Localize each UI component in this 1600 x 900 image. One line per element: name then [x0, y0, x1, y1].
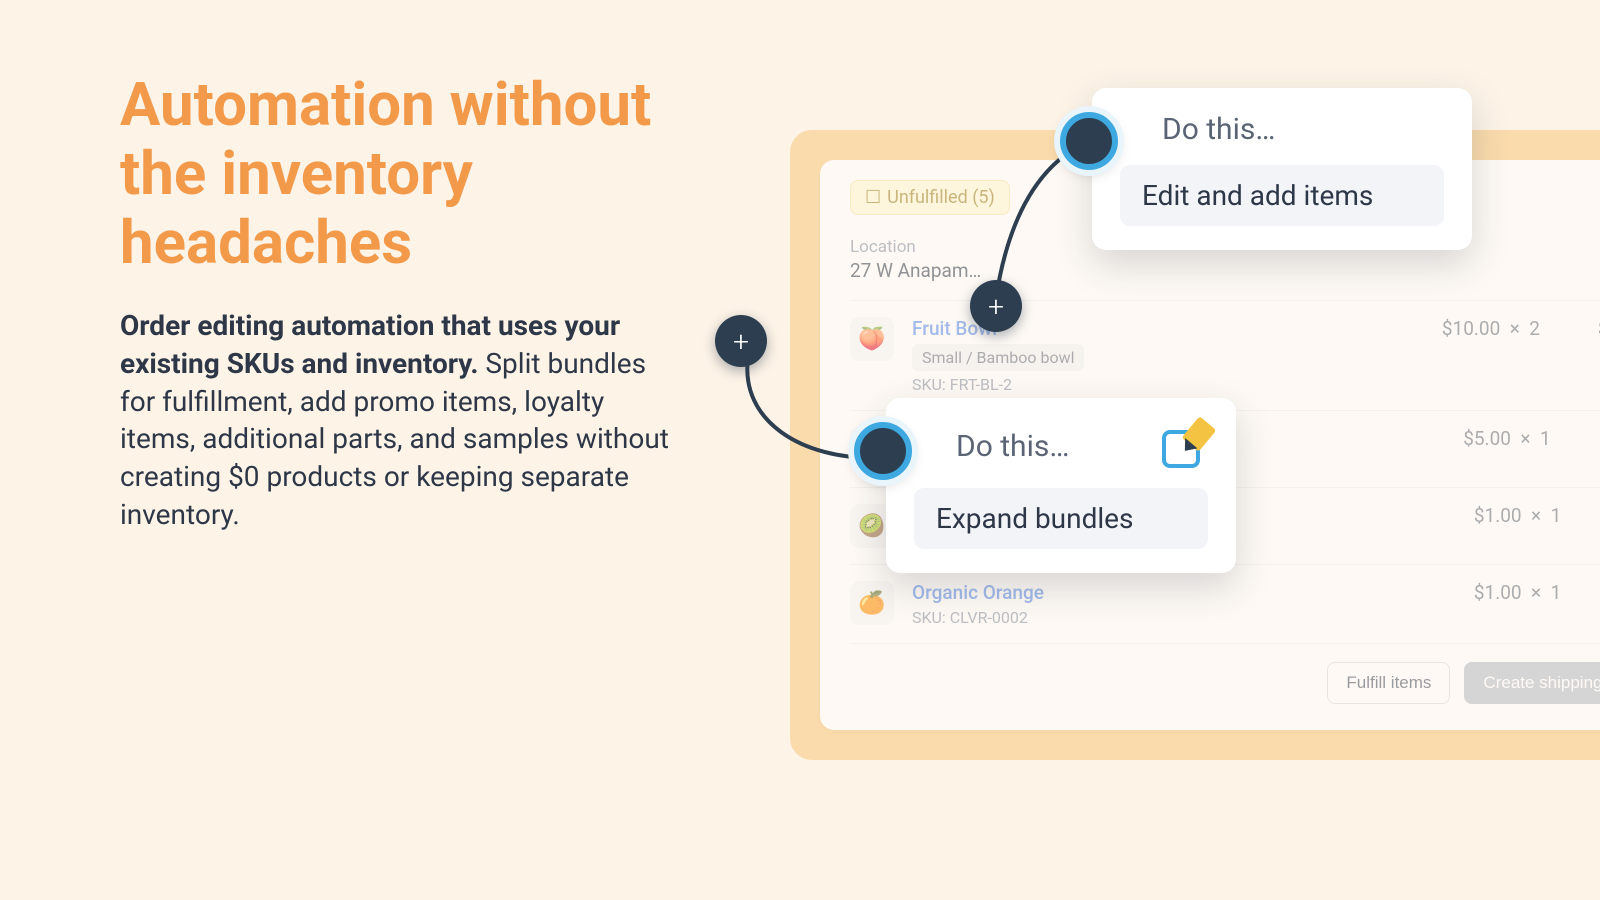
product-thumb-icon: 🥝	[850, 504, 894, 548]
line-item: 🍊 Organic Orange SKU: CLVR-0002 $1.00 × …	[850, 564, 1600, 643]
location-label: Location	[850, 237, 1600, 257]
unfulfilled-badge: ☐ Unfulfilled (5)	[850, 180, 1010, 215]
product-thumb-icon	[850, 427, 894, 471]
line-item: $5.00 × 1 $5	[850, 410, 1600, 487]
order-card: ☐ Unfulfilled (5) Location 27 W Anapam… …	[820, 160, 1600, 730]
product-name[interactable]: Fruit Bowl	[912, 317, 1424, 340]
product-name[interactable]: Organic Orange	[912, 581, 1456, 604]
product-sku: SKU: CLVR-0002	[912, 608, 1456, 627]
product-sku: SKU: FRT-BL-2	[912, 375, 1424, 394]
line-price: $10.00 × 2	[1442, 317, 1540, 340]
inbox-icon: ☐	[865, 187, 881, 208]
hero-subhead: Order editing automation that uses your …	[120, 307, 680, 534]
plus-icon: +	[733, 325, 749, 358]
hero-heading: Automation without the inventory headach…	[120, 70, 680, 277]
order-panel: ☐ Unfulfilled (5) Location 27 W Anapam… …	[790, 130, 1600, 760]
line-price: $1.00 × 1	[1474, 581, 1561, 604]
create-shipping-button[interactable]: Create shipping l	[1464, 662, 1600, 704]
product-thumb-icon: 🍑	[850, 317, 894, 361]
product-variant: Small / Bamboo bowl	[912, 344, 1084, 371]
product-thumb-icon: 🍊	[850, 581, 894, 625]
line-price: $5.00 × 1	[1463, 427, 1550, 450]
add-automation-node[interactable]: +	[715, 315, 767, 367]
line-price: $1.00 × 1	[1474, 504, 1561, 527]
fulfill-items-button[interactable]: Fulfill items	[1327, 662, 1450, 704]
location-value: 27 W Anapam…	[850, 259, 1600, 282]
line-item: 🍑 Fruit Bowl Small / Bamboo bowl SKU: FR…	[850, 300, 1600, 410]
line-item: 🥝 $1.00 × 1 $	[850, 487, 1600, 564]
badge-text: Unfulfilled (5)	[887, 187, 995, 208]
